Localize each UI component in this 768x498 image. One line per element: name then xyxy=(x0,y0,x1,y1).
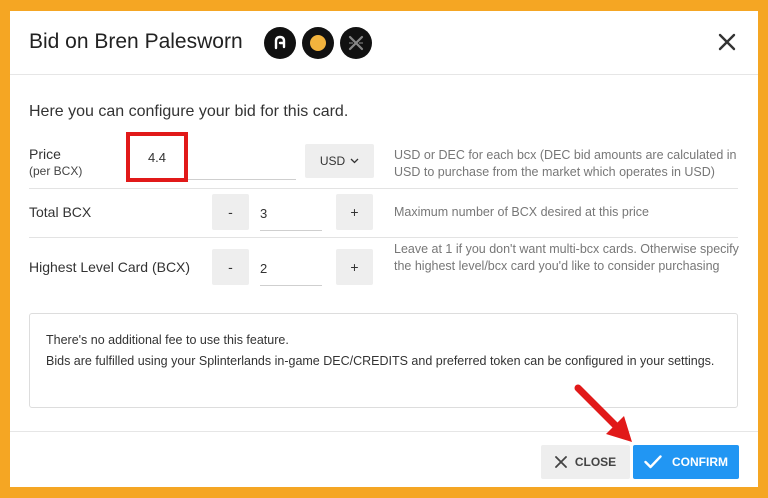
intro-text: Here you can configure your bid for this… xyxy=(29,103,349,120)
total-bcx-input[interactable]: 3 xyxy=(260,197,322,231)
highest-level-input[interactable]: 2 xyxy=(260,252,322,286)
confirm-button-label: CONFIRM xyxy=(672,455,728,469)
total-bcx-decrement-button[interactable]: - xyxy=(212,194,249,230)
highest-level-label: Highest Level Card (BCX) xyxy=(29,259,191,275)
info-box: There's no additional fee to use this fe… xyxy=(29,313,738,408)
highest-level-help: Leave at 1 if you don't want multi-bcx c… xyxy=(394,242,739,273)
currency-select[interactable]: USD xyxy=(305,144,374,178)
bid-dialog: Bid on Bren Palesworn Here you can confi… xyxy=(10,11,758,487)
info-line-1: There's no additional fee to use this fe… xyxy=(46,333,289,347)
total-bcx-label: Total BCX xyxy=(29,204,92,220)
splinter-icon xyxy=(264,27,296,59)
dialog-header: Bid on Bren Palesworn xyxy=(10,11,758,75)
price-label-group: Price (per BCX) xyxy=(29,146,82,180)
chevron-down-icon xyxy=(350,158,359,164)
checkmark-icon xyxy=(644,455,662,469)
price-sublabel: (per BCX) xyxy=(29,164,83,178)
price-label: Price xyxy=(29,146,61,162)
close-icon xyxy=(554,456,567,468)
highest-level-decrement-button[interactable]: - xyxy=(212,249,249,285)
price-value: 4.4 xyxy=(147,149,167,165)
close-button[interactable]: CLOSE xyxy=(541,445,630,479)
price-value-highlight[interactable]: 4.4 xyxy=(126,132,188,182)
footer-divider xyxy=(10,431,758,432)
info-line-2: Bids are fulfilled using your Splinterla… xyxy=(46,354,715,368)
highest-level-increment-button[interactable]: + xyxy=(336,249,373,285)
close-button-label: CLOSE xyxy=(574,455,617,469)
total-bcx-increment-button[interactable]: + xyxy=(336,194,373,230)
confirm-button[interactable]: CONFIRM xyxy=(633,445,739,479)
divider xyxy=(29,237,738,238)
divider xyxy=(29,188,738,189)
dialog-title: Bid on Bren Palesworn xyxy=(29,30,243,53)
close-icon[interactable] xyxy=(716,31,738,53)
price-help: USD or DEC for each bcx (DEC bid amounts… xyxy=(394,148,737,179)
rarity-icon xyxy=(302,27,334,59)
currency-label: USD xyxy=(319,154,346,168)
total-bcx-help: Maximum number of BCX desired at this pr… xyxy=(394,205,649,219)
attack-type-icon xyxy=(340,27,372,59)
